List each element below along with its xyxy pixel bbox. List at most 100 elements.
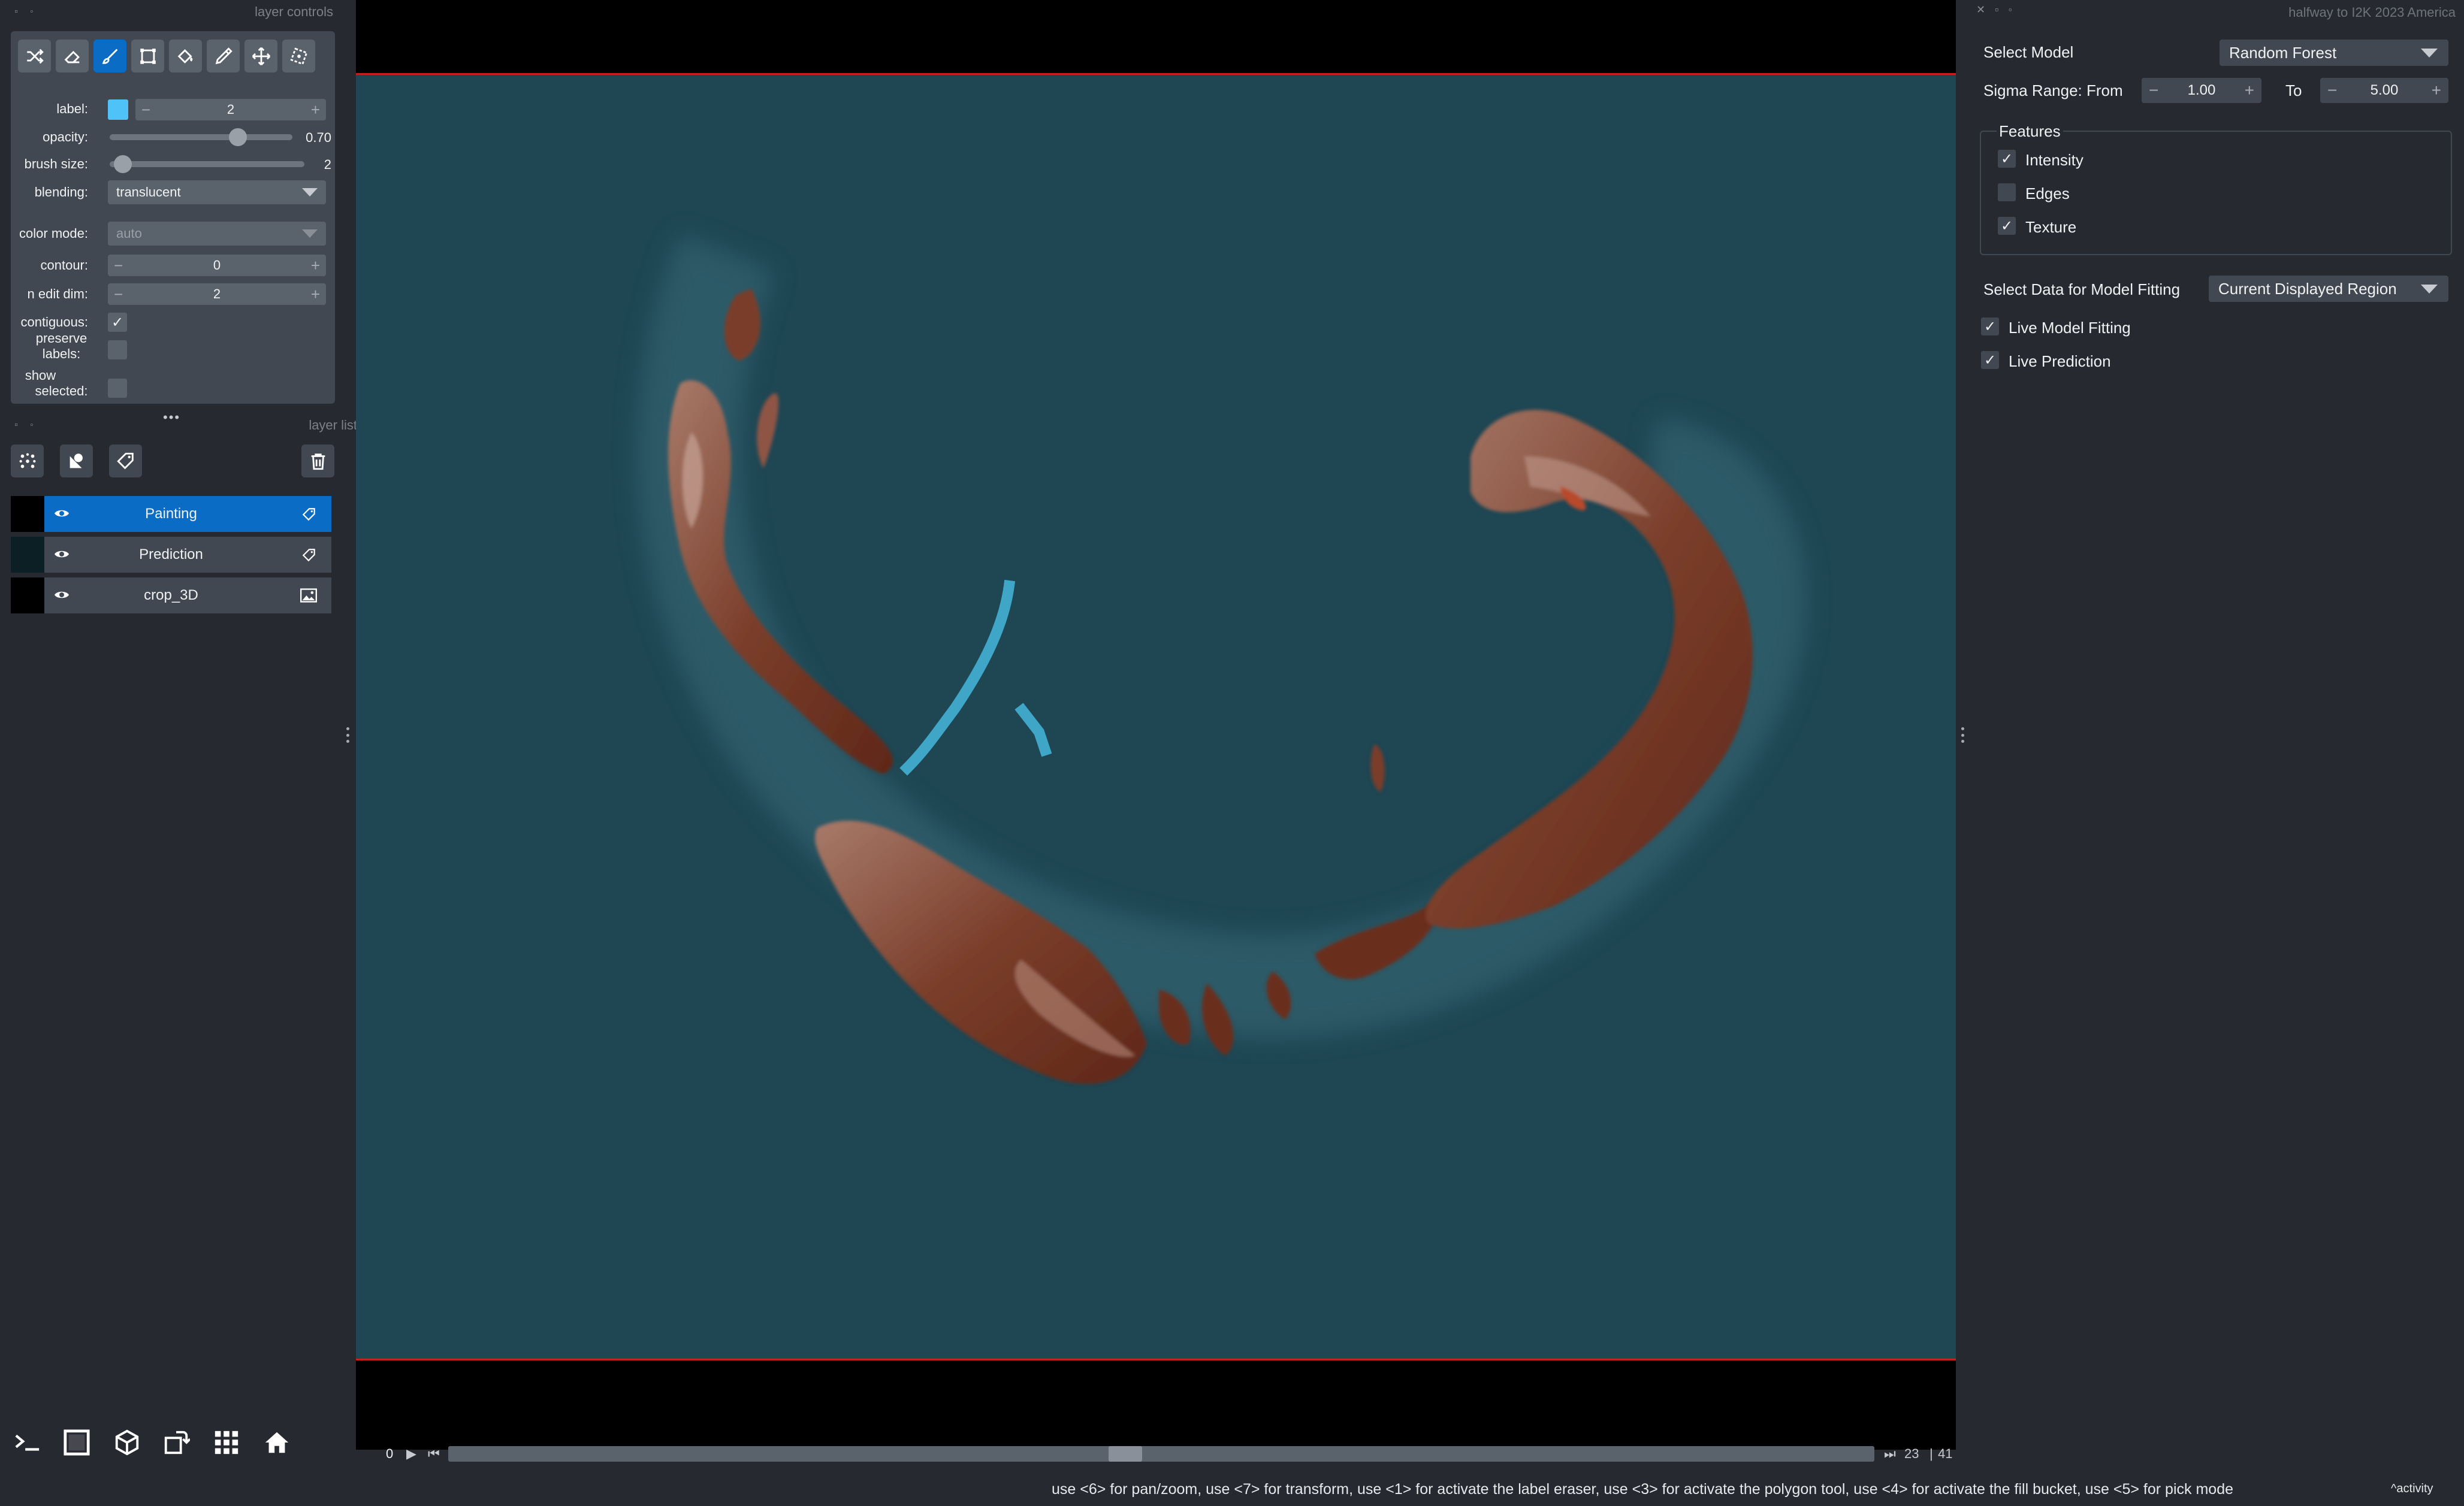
dims-slider-track[interactable] <box>448 1446 1874 1462</box>
data-select-dropdown[interactable]: Current Displayed Region <box>2209 276 2448 302</box>
picker-icon[interactable] <box>207 40 240 72</box>
canvas-top-border <box>356 73 1956 75</box>
opacity-label: opacity: <box>43 129 88 144</box>
contour-stepper[interactable]: − 0 + <box>108 255 326 276</box>
shapes-icon <box>70 453 83 468</box>
layer-row-prediction[interactable]: Prediction <box>11 537 331 573</box>
activity-label: activity <box>2396 1482 2433 1495</box>
console-button[interactable] <box>10 1425 46 1460</box>
plus-icon[interactable]: + <box>311 256 320 275</box>
sigma-to-stepper[interactable]: − 5.00 + <box>2320 78 2448 103</box>
image-view[interactable] <box>356 73 1956 1360</box>
layer-controls-header: ▫ ◦ layer controls <box>0 0 345 24</box>
close-icon[interactable]: ✕ <box>1976 4 1985 16</box>
live-fitting-checkbox[interactable]: ✓ <box>1981 317 1999 335</box>
select-model-dropdown[interactable]: Random Forest <box>2220 40 2448 66</box>
show-selected-label: show selected: <box>11 368 98 399</box>
chevron-down-icon <box>2421 285 2438 294</box>
right-dock-title: halfway to I2K 2023 America <box>2288 5 2456 20</box>
checkmark-icon: ✓ <box>2000 150 2013 167</box>
show-selected-checkbox[interactable] <box>108 379 127 398</box>
layer-list-title: layer list <box>309 418 357 433</box>
select-model-value: Random Forest <box>2229 43 2337 62</box>
fill-bucket-icon[interactable] <box>169 40 202 72</box>
polygon-icon[interactable] <box>131 40 164 72</box>
transpose-button[interactable] <box>158 1425 194 1460</box>
grid-icon <box>215 1431 238 1454</box>
minus-icon[interactable]: − <box>2149 81 2158 100</box>
new-shapes-layer-button[interactable] <box>60 444 93 477</box>
transform-icon[interactable] <box>282 40 315 72</box>
plus-icon[interactable]: + <box>311 285 320 304</box>
color-mode-select[interactable]: auto <box>108 222 326 246</box>
cube-icon <box>115 1429 139 1456</box>
brush-size-slider-handle[interactable] <box>113 155 132 173</box>
activity-button[interactable]: ^activity <box>2391 1482 2433 1496</box>
pan-zoom-icon[interactable] <box>244 40 277 72</box>
hide-icon[interactable]: ◦ <box>28 7 36 17</box>
live-prediction-label: Live Prediction <box>2009 352 2111 370</box>
left-dock-splitter[interactable] <box>346 727 349 743</box>
new-points-layer-button[interactable] <box>11 444 44 477</box>
checkmark-icon: ✓ <box>111 314 124 331</box>
checkmark-icon: ✓ <box>1983 318 1997 335</box>
minus-icon[interactable]: − <box>114 285 123 304</box>
labels-layer-icon <box>302 549 315 562</box>
roll-dims-button[interactable] <box>109 1425 145 1460</box>
dims-slider-handle[interactable] <box>1109 1446 1142 1462</box>
step-back-icon[interactable]: ⏮ <box>428 1446 440 1462</box>
label-value: 2 <box>227 102 235 117</box>
contiguous-checkbox[interactable]: ✓ <box>108 313 127 332</box>
plus-icon[interactable]: + <box>2245 81 2254 100</box>
sigma-from-stepper[interactable]: − 1.00 + <box>2142 78 2261 103</box>
shuffle-icon[interactable] <box>18 40 51 72</box>
minus-icon[interactable]: − <box>114 256 123 275</box>
preserve-labels-line2: labels: <box>42 346 81 361</box>
hide-icon[interactable]: ◦ <box>2008 4 2012 16</box>
edges-label: Edges <box>2025 185 2070 202</box>
texture-checkbox[interactable]: ✓ <box>1998 217 2016 235</box>
features-title: Features <box>1997 122 2063 141</box>
label-color-swatch[interactable] <box>108 99 128 120</box>
float-icon[interactable]: ▫ <box>1995 4 1998 16</box>
home-button[interactable] <box>259 1425 295 1460</box>
new-labels-layer-button[interactable] <box>109 444 142 477</box>
float-icon[interactable]: ▫ <box>12 7 20 17</box>
brush-size-value: 2 <box>324 157 331 172</box>
grid-button[interactable] <box>209 1425 244 1460</box>
blending-select[interactable]: translucent <box>108 180 326 204</box>
paint-brush-icon[interactable] <box>93 40 126 72</box>
n-edit-dim-stepper[interactable]: − 2 + <box>108 283 326 305</box>
play-icon[interactable]: ▶ <box>406 1446 416 1462</box>
edges-checkbox[interactable] <box>1998 183 2016 201</box>
step-forward-icon[interactable]: ⏭ <box>1884 1446 1896 1462</box>
sigma-label: Sigma Range: From <box>1983 81 2123 99</box>
brush-size-slider[interactable] <box>110 161 304 167</box>
chevron-down-icon <box>302 229 318 238</box>
plus-icon[interactable]: + <box>311 101 320 119</box>
chevron-down-icon <box>302 188 318 196</box>
delete-layer-button[interactable] <box>301 444 334 477</box>
right-dock-splitter[interactable] <box>1961 727 1964 743</box>
image-content <box>638 234 1806 1084</box>
n-edit-dim-label: n edit dim: <box>27 286 89 301</box>
blending-label: blending: <box>34 185 88 199</box>
live-prediction-checkbox[interactable]: ✓ <box>1981 351 1999 369</box>
hide-icon[interactable]: ◦ <box>28 420 36 430</box>
eraser-icon[interactable] <box>56 40 89 72</box>
ndisplay-button[interactable] <box>59 1425 95 1460</box>
image-layer-icon <box>300 588 317 603</box>
intensity-checkbox[interactable]: ✓ <box>1998 150 2016 168</box>
minus-icon[interactable]: − <box>2327 81 2337 100</box>
n-edit-dim-value: 2 <box>213 286 221 301</box>
layer-row-painting[interactable]: Painting <box>11 496 331 532</box>
preserve-labels-checkbox[interactable] <box>108 340 127 359</box>
minus-icon[interactable]: − <box>141 101 150 119</box>
plus-icon[interactable]: + <box>2432 81 2441 100</box>
float-icon[interactable]: ▫ <box>12 420 20 430</box>
layer-row-crop-3d[interactable]: crop_3D <box>11 577 331 613</box>
opacity-slider-handle[interactable] <box>228 128 247 146</box>
opacity-slider[interactable] <box>110 134 292 140</box>
label-stepper[interactable]: − 2 + <box>135 99 326 120</box>
dims-current[interactable]: 23 <box>1904 1446 1919 1462</box>
